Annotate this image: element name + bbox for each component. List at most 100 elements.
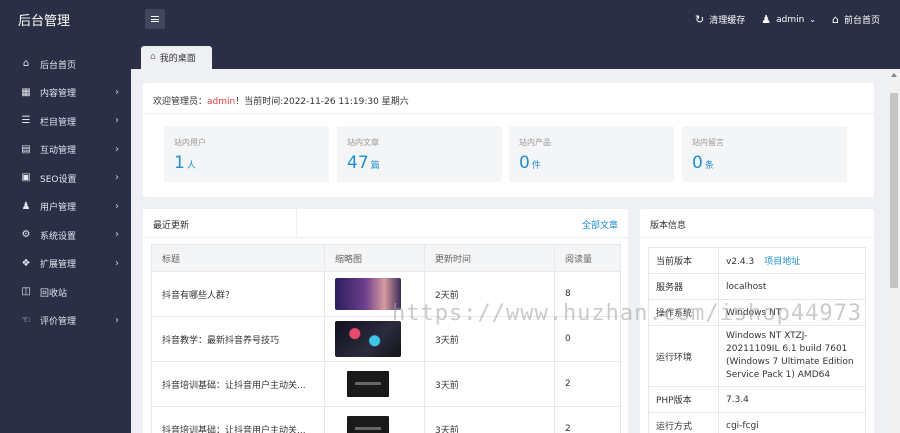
divider	[143, 113, 874, 114]
sidebar-item-label: 系统设置	[40, 231, 77, 242]
sidebar-item-extensions[interactable]: ❖ 扩展管理 ›	[0, 250, 131, 279]
view-count: 2	[554, 406, 621, 433]
chevron-right-icon: ›	[115, 229, 119, 240]
welcome-time: ！当前时间:2022-11-26 11:19:30 星期六	[235, 97, 409, 107]
tab-my-desktop[interactable]: ⌂ 我的桌面	[141, 46, 212, 69]
stat-label: 站内产品	[519, 138, 551, 147]
sidebar-item-label: 用户管理	[40, 203, 77, 214]
stat-number: 0	[519, 153, 530, 173]
sidebar-item-columns[interactable]: ☰ 栏目管理 ›	[0, 107, 131, 136]
stat-value: 0件	[519, 153, 541, 173]
scroll-up-arrow[interactable]	[891, 73, 897, 77]
info-key: PHP版本	[648, 386, 719, 413]
column-header: 标题	[151, 244, 325, 272]
sidebar-item-label: 互动管理	[40, 146, 77, 157]
article-thumbnail	[347, 416, 389, 433]
clear-cache-label: 清理缓存	[709, 16, 746, 26]
chevron-right-icon: ›	[115, 86, 119, 98]
table-header-row: 标题 缩略图 更新时间 阅读量	[151, 244, 621, 272]
thumbnail-cell	[324, 361, 425, 407]
refresh-icon: ↻	[694, 13, 705, 26]
card-header: 版本信息	[640, 209, 874, 238]
card-header: 最近更新 全部文章	[143, 209, 628, 238]
user-icon: ♟	[21, 200, 31, 212]
sidebar-item-home[interactable]: ⌂ 后台首页	[0, 50, 131, 79]
home-icon: ⌂	[832, 13, 839, 26]
stat-label: 站内用户	[174, 138, 206, 147]
brand-title: 后台管理	[18, 14, 71, 29]
stat-label: 站内留言	[692, 138, 724, 147]
column-header: 缩略图	[324, 244, 425, 272]
table-row: 运行方式 cgi-fcgi	[648, 412, 866, 433]
version-info-table: 当前版本 v2.4.3 项目地址 服务器 localhost 操作系统 Windo…	[648, 247, 866, 433]
home-icon: ⌂	[22, 58, 30, 70]
stat-label: 站内文章	[347, 138, 379, 147]
main-content: ⌂ 我的桌面 欢迎管理员：admin！当前时间:2022-11-26 11:19…	[131, 39, 900, 433]
view-count: 2	[554, 361, 621, 407]
gear-icon: ⚙	[21, 229, 31, 241]
welcome-admin-name: admin	[207, 97, 236, 107]
sidebar-item-label: 评价管理	[40, 317, 77, 328]
sidebar-item-content[interactable]: ▦ 内容管理 ›	[0, 79, 131, 108]
sidebar-item-recycle[interactable]: ◫ 回收站	[0, 278, 131, 307]
table-row[interactable]: 抖音培训基础：让抖音用户主动关... 3天前 2	[151, 361, 621, 407]
home-icon: ⌂	[150, 52, 156, 62]
stat-unit: 件	[531, 161, 541, 171]
stat-articles: 站内文章 47 篇	[337, 126, 502, 182]
chevron-right-icon: ›	[115, 143, 119, 155]
info-value: cgi-fcgi	[718, 412, 866, 433]
project-url-link[interactable]: 项目地址	[764, 257, 800, 267]
card-title: 最近更新	[153, 221, 190, 231]
table-row[interactable]: 抖音培训基础：让抖音用户主动关... 3天前 2	[151, 406, 621, 433]
update-time: 3天前	[424, 406, 555, 433]
article-title[interactable]: 抖音教学：最新抖音养号技巧	[151, 316, 325, 362]
sidebar: ⌂ 后台首页 ▦ 内容管理 › ☰ 栏目管理 › ▤ 互动管理 › ▣ SEO设置 › ♟ 用户管理…	[0, 39, 131, 433]
sidebar-item-users[interactable]: ♟ 用户管理 ›	[0, 193, 131, 222]
table-row: 当前版本 v2.4.3 项目地址	[648, 247, 866, 274]
tab-bar: ⌂ 我的桌面	[131, 39, 900, 69]
frontend-home-link[interactable]: ⌂ 前台首页	[832, 13, 880, 26]
sidebar-item-label: 内容管理	[40, 89, 77, 100]
table-row: 服务器 localhost	[648, 273, 866, 300]
info-value: 7.3.4	[718, 386, 866, 413]
sidebar-item-system[interactable]: ⚙ 系统设置 ›	[0, 221, 131, 250]
stat-number: 47	[347, 153, 369, 173]
welcome-card: 欢迎管理员：admin！当前时间:2022-11-26 11:19:30 星期六…	[143, 83, 874, 197]
user-menu[interactable]: ♟ admin ⌄	[761, 14, 816, 25]
table-row: 运行环境 Windows NT XTZJ-20211109IL 6.1 buil…	[648, 325, 866, 387]
trash-icon: ◫	[21, 286, 31, 298]
info-value: Windows NT XTZJ-20211109IL 6.1 build 760…	[718, 325, 866, 387]
article-title[interactable]: 抖音培训基础：让抖音用户主动关...	[151, 361, 325, 407]
stat-products: 站内产品 0件	[509, 126, 674, 182]
article-title[interactable]: 抖音培训基础：让抖音用户主动关...	[151, 406, 325, 433]
info-value: v2.4.3 项目地址	[718, 247, 866, 274]
sidebar-item-interaction[interactable]: ▤ 互动管理 ›	[0, 136, 131, 165]
stat-value: 47 篇	[347, 153, 380, 173]
sidebar-item-label: 后台首页	[40, 60, 77, 71]
scrollbar-thumb[interactable]	[890, 93, 898, 288]
sidebar-item-seo[interactable]: ▣ SEO设置 ›	[0, 164, 131, 193]
tab-label: 我的桌面	[159, 54, 196, 64]
info-key: 运行环境	[648, 325, 719, 387]
article-title[interactable]: 抖音有哪些人群？	[151, 271, 325, 317]
stat-unit: 条	[704, 161, 714, 171]
stat-unit: 篇	[370, 161, 380, 171]
chevron-right-icon: ›	[115, 314, 119, 326]
user-name: admin	[776, 14, 805, 25]
clear-cache-button[interactable]: ↻ 清理缓存	[695, 13, 745, 26]
grid-icon: ▦	[21, 86, 31, 98]
sidebar-item-label: SEO设置	[40, 174, 77, 185]
chevron-down-icon: ⌄	[809, 14, 816, 24]
sidebar-item-label: 扩展管理	[40, 260, 77, 271]
welcome-message: 欢迎管理员：admin！当前时间:2022-11-26 11:19:30 星期六	[153, 94, 409, 107]
info-key: 运行方式	[648, 412, 719, 433]
menu-toggle-button[interactable]	[145, 9, 165, 29]
all-articles-link[interactable]: 全部文章	[582, 218, 618, 231]
vertical-scrollbar[interactable]	[888, 69, 900, 433]
chevron-right-icon: ›	[115, 115, 119, 126]
sidebar-item-reviews[interactable]: ☜ 评价管理 ›	[0, 307, 131, 336]
frontend-home-label: 前台首页	[843, 16, 880, 26]
stat-number: 0	[692, 153, 703, 173]
thumbnail-cell	[324, 406, 425, 433]
hamburger-icon	[151, 16, 159, 22]
